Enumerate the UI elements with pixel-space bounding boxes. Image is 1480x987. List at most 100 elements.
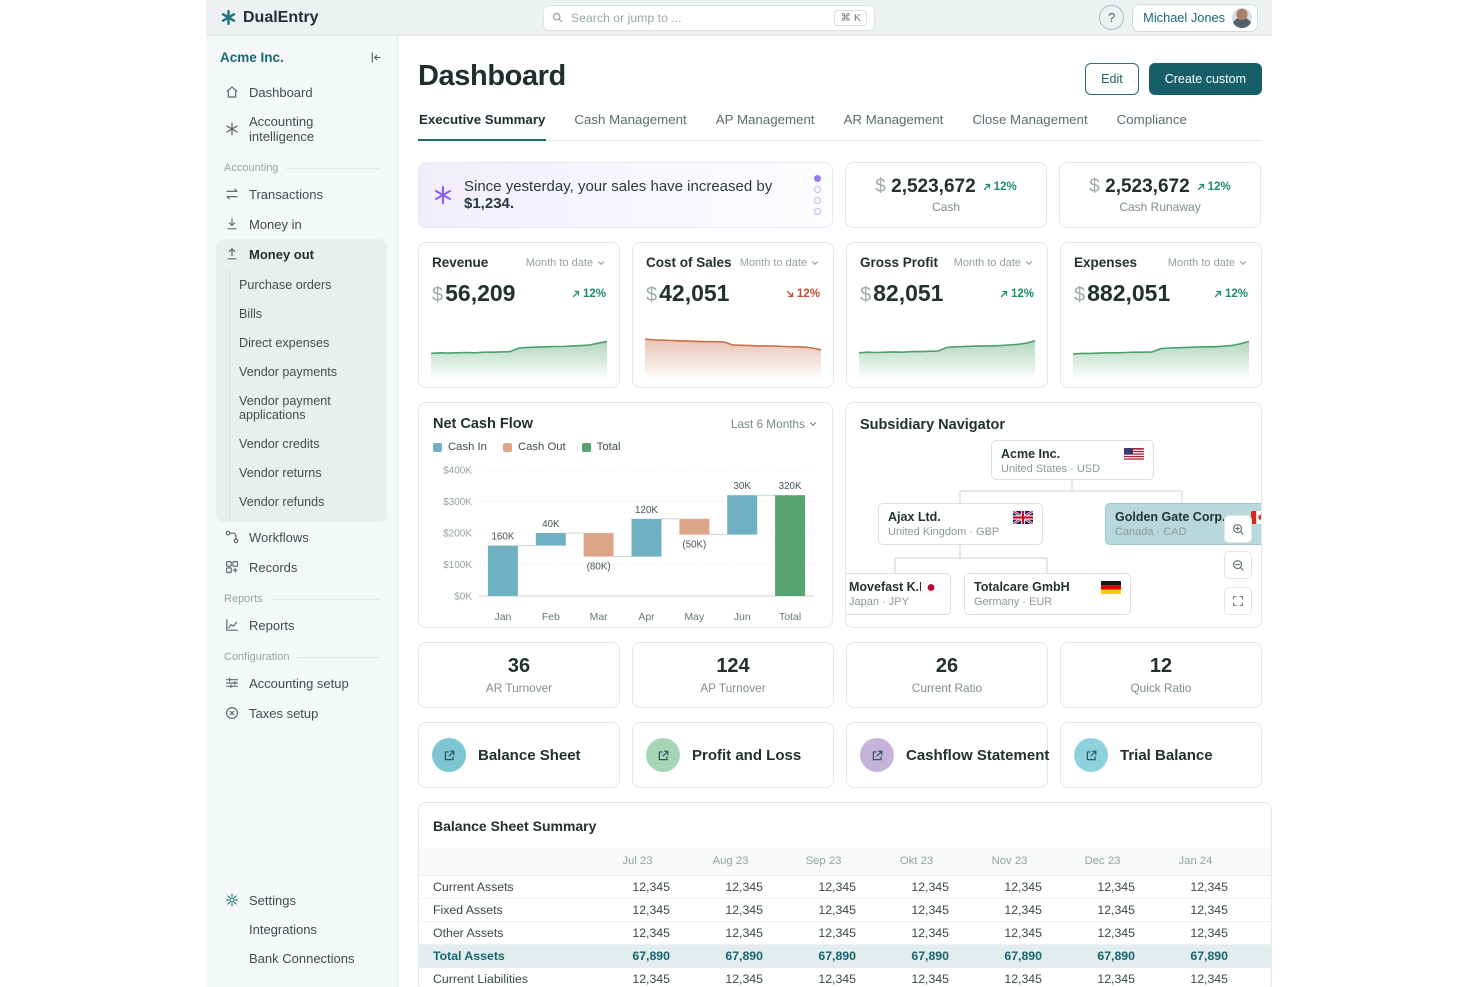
org-node-acme[interactable]: Acme Inc.United States · USD — [991, 440, 1154, 480]
user-menu[interactable]: Michael Jones — [1132, 4, 1258, 32]
app-logo[interactable]: DualEntry — [220, 9, 319, 27]
sidebar-item-label: Taxes setup — [249, 706, 318, 721]
tab-cash-management[interactable]: Cash Management — [573, 112, 687, 141]
report-link-cashflow-statement[interactable]: Cashflow Statement — [846, 722, 1048, 788]
period-selector[interactable]: Last 6 Months — [731, 417, 818, 431]
balance-sheet-panel: Balance Sheet Summary Jul 23Aug 23Sep 23… — [418, 802, 1272, 987]
dualentry-logo-icon — [220, 9, 237, 26]
org-node-totalcare[interactable]: Totalcare GmbHGermany · EUR — [964, 573, 1131, 615]
fullscreen-button[interactable] — [1224, 587, 1252, 615]
insight-banner[interactable]: Since yesterday, your sales have increas… — [418, 162, 833, 228]
sidebar-sublist: Purchase ordersBillsDirect expensesVendo… — [229, 269, 387, 522]
sidebar-item-dashboard[interactable]: Dashboard — [216, 77, 387, 107]
metric-trend: 12% — [1213, 288, 1248, 300]
sidebar-item-integrations[interactable]: Integrations — [216, 915, 387, 944]
svg-text:Apr: Apr — [638, 611, 655, 623]
sidebar-item-settings[interactable]: Settings — [216, 885, 387, 915]
subsidiary-navigator-panel: Subsidiary Navigator Acme Inc.United Sta… — [845, 402, 1262, 628]
sidebar-item-records[interactable]: Records — [216, 552, 387, 582]
period-selector[interactable]: Month to date — [954, 257, 1034, 269]
metric-value: $82,051 — [860, 280, 943, 307]
sidebar-item-vendor-returns[interactable]: Vendor returns — [230, 458, 387, 487]
cash-label: Cash — [932, 200, 960, 214]
carousel-dot[interactable] — [814, 197, 821, 204]
row-value: 12,345 — [777, 967, 870, 987]
sidebar-item-vendor-refunds[interactable]: Vendor refunds — [230, 487, 387, 516]
chart-icon — [224, 617, 240, 633]
sidebar-item-accounting-setup[interactable]: Accounting setup — [216, 668, 387, 698]
create-custom-button[interactable]: Create custom — [1149, 63, 1262, 95]
carousel-dot[interactable] — [814, 208, 821, 215]
svg-text:Mar: Mar — [590, 611, 609, 623]
report-link-profit-and-loss[interactable]: Profit and Loss — [632, 722, 834, 788]
tab-ar-management[interactable]: AR Management — [843, 112, 945, 141]
row-value: 12,345 — [963, 921, 1056, 944]
cash-card-cash[interactable]: $ 2,523,672 12%Cash — [845, 162, 1047, 228]
cash-trend: 12% — [982, 181, 1017, 193]
sidebar-item-reports[interactable]: Reports — [216, 610, 387, 640]
tab-compliance[interactable]: Compliance — [1116, 112, 1188, 141]
help-button[interactable]: ? — [1099, 5, 1124, 30]
sidebar-item-vendor-credits[interactable]: Vendor credits — [230, 429, 387, 458]
cash-card-cash-runaway[interactable]: $ 2,523,672 12%Cash Runaway — [1059, 162, 1261, 228]
trend-up-icon — [1196, 182, 1206, 192]
sidebar-item-workflows[interactable]: Workflows — [216, 522, 387, 552]
period-selector[interactable]: Month to date — [526, 257, 606, 269]
org-node-ajax[interactable]: Ajax Ltd.United Kingdom · GBP — [878, 503, 1043, 545]
tab-close-management[interactable]: Close Management — [971, 112, 1088, 141]
report-link-trial-balance[interactable]: Trial Balance — [1060, 722, 1262, 788]
sidebar-item-money-out[interactable]: Money out — [216, 239, 387, 269]
sidebar-item-money-in[interactable]: Money in — [216, 209, 387, 239]
edit-button[interactable]: Edit — [1085, 63, 1139, 95]
carousel-dot[interactable] — [814, 175, 821, 182]
search-input[interactable]: Search or jump to ... ⌘ K — [543, 5, 875, 31]
subsidiary-meta: Germany · EUR — [974, 596, 1121, 608]
sidebar-collapse-icon[interactable] — [368, 50, 383, 65]
period-selector[interactable]: Month to date — [1168, 257, 1248, 269]
row-value: 67,890 — [963, 944, 1056, 967]
metric-card-gross-profit[interactable]: Gross ProfitMonth to date $82,051 12% — [846, 242, 1048, 388]
sidebar-item-bills[interactable]: Bills — [230, 299, 387, 328]
stat-card-ap-turnover: 124AP Turnover — [632, 642, 834, 708]
metric-card-expenses[interactable]: ExpensesMonth to date $882,051 12% — [1060, 242, 1262, 388]
subsidiary-name: Acme Inc. — [1001, 447, 1144, 461]
avatar — [1232, 8, 1252, 28]
period-selector[interactable]: Month to date — [740, 257, 820, 269]
sidebar-item-vendor-payment-applications[interactable]: Vendor payment applications — [230, 386, 387, 429]
sidebar-item-transactions[interactable]: Transactions — [216, 179, 387, 209]
row-value: 12,345 — [684, 875, 777, 898]
report-link-label: Trial Balance — [1120, 747, 1213, 764]
sidebar-item-vendor-payments[interactable]: Vendor payments — [230, 357, 387, 386]
org-row: Acme Inc. — [216, 48, 387, 77]
metric-title: Revenue — [432, 255, 488, 270]
metric-trend: 12% — [571, 288, 606, 300]
legend-swatch — [582, 443, 591, 452]
stat-card-current-ratio: 26Current Ratio — [846, 642, 1048, 708]
sidebar-item-taxes-setup[interactable]: Taxes setup — [216, 698, 387, 728]
metric-cards-row: RevenueMonth to date $56,209 12% Cost of… — [418, 242, 1262, 388]
row-value: 12,345 — [684, 921, 777, 944]
org-node-movefast[interactable]: Movefast K.K.Japan · JPY — [845, 573, 951, 615]
report-link-balance-sheet[interactable]: Balance Sheet — [418, 722, 620, 788]
sidebar-item-accounting-intelligence[interactable]: Accounting intelligence — [216, 107, 387, 151]
page-title: Dashboard — [418, 60, 566, 93]
zoom-out-button[interactable] — [1224, 551, 1252, 579]
sidebar-item-direct-expenses[interactable]: Direct expenses — [230, 328, 387, 357]
org-name[interactable]: Acme Inc. — [220, 50, 284, 65]
metric-card-revenue[interactable]: RevenueMonth to date $56,209 12% — [418, 242, 620, 388]
row-value: 12,345 — [1242, 898, 1272, 921]
carousel-dot[interactable] — [814, 186, 821, 193]
sidebar-item-bank-connections[interactable]: Bank Connections — [216, 944, 387, 973]
tab-ap-management[interactable]: AP Management — [715, 112, 816, 141]
workflow-icon — [224, 529, 240, 545]
zoom-in-button[interactable] — [1224, 515, 1252, 543]
row-value: 12,345 — [963, 875, 1056, 898]
table-col-aug-23: Aug 23 — [684, 848, 777, 875]
sparkline-chart — [431, 307, 607, 379]
taxes-icon — [224, 705, 240, 721]
net-cash-flow-title: Net Cash Flow — [433, 416, 533, 432]
stat-label: AR Turnover — [486, 681, 552, 695]
tab-executive-summary[interactable]: Executive Summary — [418, 112, 546, 141]
metric-card-cost-of-sales[interactable]: Cost of SalesMonth to date $42,051 12% — [632, 242, 834, 388]
sidebar-item-purchase-orders[interactable]: Purchase orders — [230, 270, 387, 299]
